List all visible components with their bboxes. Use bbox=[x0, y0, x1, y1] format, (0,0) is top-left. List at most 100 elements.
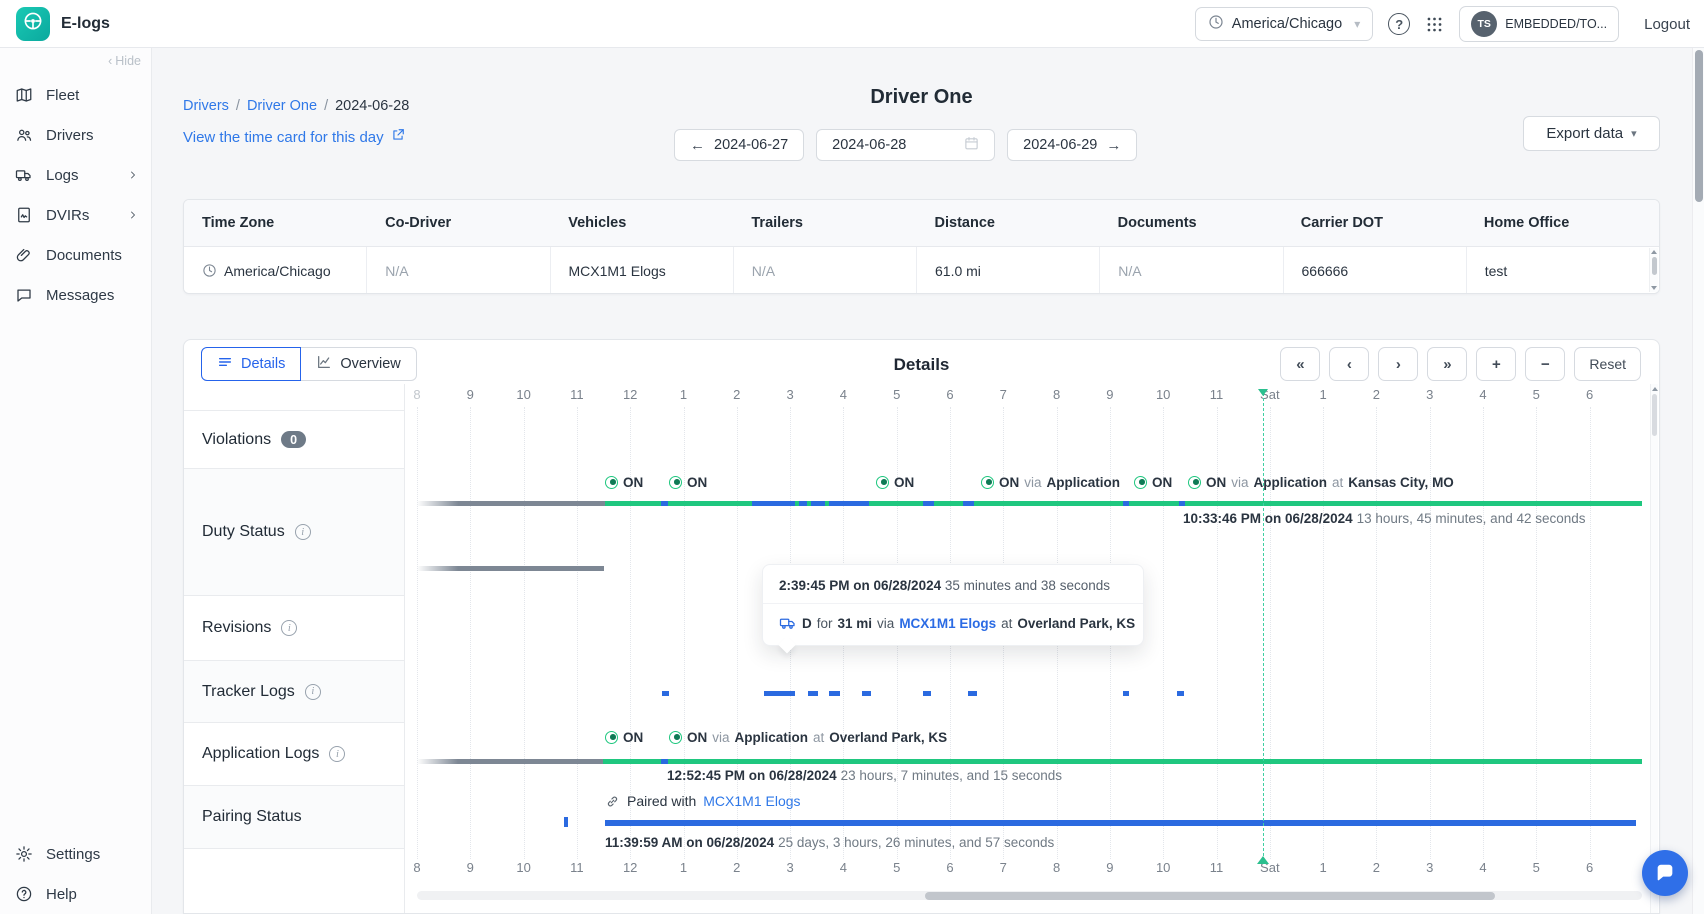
duty-status-event[interactable]: ON bbox=[876, 475, 914, 490]
chat-launcher-button[interactable] bbox=[1642, 850, 1688, 896]
sidebar-item-dvirs[interactable]: DVIRs bbox=[0, 195, 151, 235]
tracker-log-mark[interactable] bbox=[923, 691, 931, 696]
sidebar-item-messages[interactable]: Messages bbox=[0, 275, 151, 315]
drive-segment[interactable] bbox=[829, 501, 869, 506]
drive-segment[interactable] bbox=[811, 501, 825, 506]
drive-segment[interactable] bbox=[752, 501, 795, 506]
drive-segment[interactable] bbox=[923, 501, 934, 506]
breadcrumb-drivers[interactable]: Drivers bbox=[183, 98, 229, 114]
details-scroll-thumb[interactable] bbox=[1652, 394, 1657, 436]
info-icon[interactable]: i bbox=[295, 524, 311, 540]
help-circle-icon[interactable]: ? bbox=[1388, 13, 1410, 35]
status-on-dot bbox=[1193, 479, 1199, 485]
prev-day-button[interactable]: ← 2024-06-27 bbox=[674, 129, 804, 161]
pairing-bar[interactable] bbox=[605, 820, 1636, 826]
tracker-log-mark[interactable] bbox=[764, 691, 795, 696]
zoom-in-button[interactable]: + bbox=[1476, 347, 1516, 381]
next-day-button[interactable]: 2024-06-29 → bbox=[1007, 129, 1137, 161]
duty-offline-bar[interactable] bbox=[417, 501, 605, 506]
panel-row-application-logs[interactable]: Application Logsi bbox=[184, 723, 404, 786]
status-on-dot bbox=[881, 479, 887, 485]
sidebar-item-logs[interactable]: Logs bbox=[0, 155, 151, 195]
tab-details-label: Details bbox=[241, 356, 285, 372]
app-offline-bar[interactable] bbox=[417, 759, 603, 764]
drive-segment[interactable] bbox=[661, 759, 668, 764]
panel-row-duty-status[interactable]: Duty Statusi bbox=[184, 469, 404, 596]
step-back-button[interactable]: ‹ bbox=[1329, 347, 1369, 381]
sidebar-item-settings[interactable]: Settings bbox=[0, 834, 151, 874]
timecard-link[interactable]: View the time card for this day bbox=[183, 128, 405, 146]
reset-button[interactable]: Reset bbox=[1574, 347, 1641, 381]
tracker-log-mark[interactable] bbox=[1177, 691, 1184, 696]
duty-status-event[interactable]: ONviaApplicationatKansas City, MO bbox=[1188, 475, 1454, 490]
scroll-up-icon[interactable] bbox=[1651, 250, 1657, 254]
tracker-log-mark[interactable] bbox=[862, 691, 871, 696]
drive-segment[interactable] bbox=[661, 501, 668, 506]
clock-icon bbox=[202, 263, 217, 278]
info-icon[interactable]: i bbox=[329, 746, 345, 762]
export-data-button[interactable]: Export data ▾ bbox=[1523, 116, 1660, 151]
pairing-tick[interactable] bbox=[564, 817, 568, 827]
timezone-select[interactable]: America/Chicago ▾ bbox=[1195, 7, 1373, 41]
secondary-gray-bar[interactable] bbox=[417, 566, 604, 571]
duty-status-event[interactable]: ON bbox=[605, 730, 643, 745]
date-picker[interactable]: 2024-06-28 bbox=[816, 129, 995, 161]
info-icon[interactable]: i bbox=[281, 620, 297, 636]
jump-end-button[interactable]: » bbox=[1427, 347, 1467, 381]
page-scrollbar[interactable] bbox=[1692, 48, 1704, 914]
panel-row-pairing-status[interactable]: Pairing Status bbox=[184, 786, 404, 849]
page-scroll-thumb[interactable] bbox=[1695, 50, 1703, 202]
gridline bbox=[1483, 407, 1484, 859]
breadcrumb: Drivers/Driver One/2024-06-28 bbox=[183, 98, 409, 114]
sidebar-item-drivers[interactable]: Drivers bbox=[0, 115, 151, 155]
tracker-log-mark[interactable] bbox=[662, 691, 669, 696]
tracker-log-mark[interactable] bbox=[829, 691, 840, 696]
sidebar-hide-button[interactable]: ‹ Hide bbox=[108, 54, 141, 68]
drive-segment[interactable] bbox=[1179, 501, 1185, 506]
panel-row-tracker-logs[interactable]: Tracker Logsi bbox=[184, 661, 404, 723]
panel-row-revisions[interactable]: Revisionsi bbox=[184, 596, 404, 661]
table-scrollbar[interactable] bbox=[1649, 248, 1658, 292]
jump-start-button[interactable]: « bbox=[1280, 347, 1320, 381]
logs-icon bbox=[15, 166, 33, 184]
panel-row-violations[interactable]: Violations0 bbox=[184, 411, 404, 469]
tracker-log-mark[interactable] bbox=[1123, 691, 1129, 696]
drive-segment[interactable] bbox=[1123, 501, 1129, 506]
tooltip-vehicle-link[interactable]: MCX1M1 Elogs bbox=[899, 616, 996, 631]
app-logo[interactable] bbox=[16, 7, 50, 41]
step-forward-button[interactable]: › bbox=[1378, 347, 1418, 381]
duty-status-event[interactable]: ON bbox=[605, 475, 643, 490]
scroll-down-icon[interactable] bbox=[1651, 286, 1657, 290]
tracker-log-mark[interactable] bbox=[968, 691, 977, 696]
tab-details[interactable]: Details bbox=[201, 347, 301, 381]
scroll-up-icon[interactable] bbox=[1652, 387, 1658, 391]
logout-button[interactable]: Logout bbox=[1644, 16, 1690, 33]
duty-status-event[interactable]: ON bbox=[669, 475, 707, 490]
sidebar-item-documents[interactable]: Documents bbox=[0, 235, 151, 275]
tracker-log-mark[interactable] bbox=[808, 691, 818, 696]
info-icon[interactable]: i bbox=[305, 684, 321, 700]
paired-vehicle-link[interactable]: MCX1M1 Elogs bbox=[703, 793, 800, 809]
user-menu-button[interactable]: TS EMBEDDED/TO... bbox=[1459, 6, 1619, 42]
apps-grid-icon[interactable] bbox=[1425, 15, 1444, 34]
chart-hscroll-thumb[interactable] bbox=[925, 892, 1495, 900]
sidebar-item-fleet[interactable]: Fleet bbox=[0, 75, 151, 115]
details-scrollbar[interactable] bbox=[1650, 384, 1658, 913]
axis-tick-top: 11 bbox=[1210, 387, 1224, 402]
app-on-bar[interactable] bbox=[603, 759, 1642, 764]
breadcrumb-driver-one[interactable]: Driver One bbox=[247, 98, 317, 114]
sidebar-item-label: DVIRs bbox=[46, 207, 89, 224]
cell-value: America/Chicago bbox=[224, 263, 331, 279]
drive-segment[interactable] bbox=[963, 501, 974, 506]
chart-hscrollbar[interactable] bbox=[417, 891, 1642, 900]
duty-status-event[interactable]: ON bbox=[1134, 475, 1172, 490]
drive-segment[interactable] bbox=[799, 501, 807, 506]
sidebar-item-help[interactable]: Help bbox=[0, 874, 151, 914]
breadcrumb-date: 2024-06-28 bbox=[335, 98, 409, 114]
table-scroll-thumb[interactable] bbox=[1652, 257, 1657, 275]
zoom-out-button[interactable]: − bbox=[1525, 347, 1565, 381]
axis-tick-bottom: 12 bbox=[623, 860, 637, 875]
duty-status-event[interactable]: ONviaApplication bbox=[981, 475, 1120, 490]
sidebar-item-label: Fleet bbox=[46, 87, 79, 104]
duty-status-event[interactable]: ONviaApplicationatOverland Park, KS bbox=[669, 730, 947, 745]
